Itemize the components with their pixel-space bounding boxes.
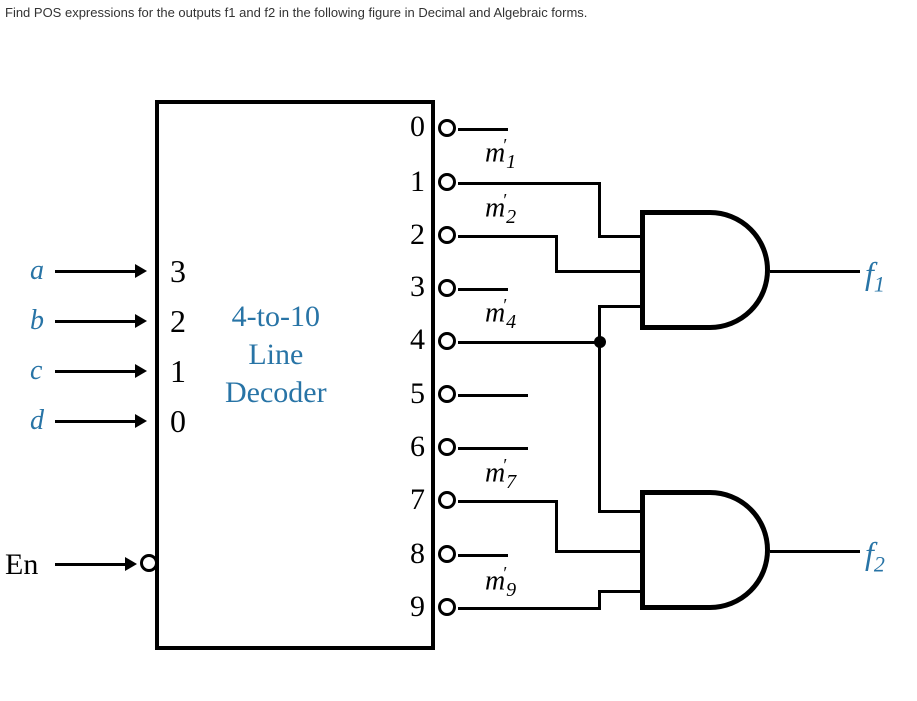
arrowhead-icon [135,264,147,278]
wire-f2-out [770,550,860,553]
and-gate-f2 [640,490,770,610]
output-num-7: 7 [410,483,425,517]
output-num-0: 0 [410,110,425,144]
wire-f1-out [770,270,860,273]
wire-out-3 [458,288,508,291]
wire-c [55,370,140,373]
input-weight-3: 3 [170,253,186,290]
decoder-title-3: Decoder [225,376,327,409]
inverter-bubble-icon [438,173,456,191]
wire-out-7 [458,500,558,503]
input-weight-0: 0 [170,403,186,440]
wire-en [55,563,130,566]
inverter-bubble-icon [438,438,456,456]
inverter-bubble-icon [438,119,456,137]
output-num-1: 1 [410,165,425,199]
arrowhead-icon [125,557,137,571]
wire-to-gate2-b [555,550,643,553]
wire-to-gate1-c [598,305,643,308]
sub-2: 2 [506,206,516,228]
decoder-title-1: 4-to-10 [232,300,320,333]
sub-7: 7 [506,471,516,493]
output-num-4: 4 [410,323,425,357]
circuit-diagram: a b c d En 4-to-10 Line Decoder 3 2 1 0 … [0,60,917,700]
sub-1: 1 [874,271,885,296]
output-num-8: 8 [410,537,425,571]
output-num-6: 6 [410,430,425,464]
sub-4: 4 [506,311,516,333]
output-num-2: 2 [410,218,425,252]
minterm-m9: m′9 [485,563,516,602]
inverter-bubble-icon [438,332,456,350]
sub-9: 9 [506,579,516,601]
wire-v-1 [598,182,601,235]
wire-a [55,270,140,273]
and-rect-icon [640,210,710,330]
wire-out-8 [458,554,508,557]
inverter-bubble-icon [438,226,456,244]
arrowhead-icon [135,414,147,428]
f-symbol: f [865,535,874,571]
decoder-title-2: Line [248,338,303,371]
wire-to-gate1-b [555,270,643,273]
minterm-m4: m′4 [485,295,516,334]
wire-out-4 [458,341,598,344]
arrowhead-icon [135,314,147,328]
output-num-5: 5 [410,377,425,411]
wire-out-2 [458,235,558,238]
inverter-bubble-icon [438,385,456,403]
decoder-title: 4-to-10 Line Decoder [225,298,327,412]
wire-v-4down [598,341,601,513]
wire-out-0 [458,128,508,131]
output-num-9: 9 [410,590,425,624]
output-label-f1: f1 [865,255,885,297]
inverter-bubble-icon [438,545,456,563]
wire-d [55,420,140,423]
sub-2: 2 [874,551,885,576]
wire-out-9 [458,607,598,610]
minterm-m2: m′2 [485,190,516,229]
input-weight-2: 2 [170,303,186,340]
input-label-b: b [30,305,44,337]
input-label-d: d [30,405,44,437]
f-symbol: f [865,255,874,291]
inverter-bubble-icon [438,598,456,616]
junction-dot-icon [594,336,606,348]
inverter-bubble-icon [438,491,456,509]
wire-v-7 [555,500,558,550]
input-label-en: En [5,548,38,582]
question-text: Find POS expressions for the outputs f1 … [5,5,587,20]
input-weight-1: 1 [170,353,186,390]
input-label-c: c [30,355,42,387]
wire-out-5 [458,394,528,397]
minterm-m1: m′1 [485,135,516,174]
wire-out-1 [458,182,598,185]
wire-v-9 [598,590,601,610]
and-gate-f1 [640,210,770,330]
arrowhead-icon [135,364,147,378]
wire-to-gate2-c [598,590,643,593]
wire-to-gate1-a [598,235,643,238]
output-num-3: 3 [410,270,425,304]
wire-to-gate2-a [598,510,643,513]
wire-out-6 [458,447,528,450]
inverter-bubble-icon [438,279,456,297]
input-label-a: a [30,255,44,287]
wire-v-2 [555,235,558,270]
minterm-m7: m′7 [485,455,516,494]
and-rect-icon [640,490,710,610]
sub-1: 1 [506,151,516,173]
output-label-f2: f2 [865,535,885,577]
wire-b [55,320,140,323]
